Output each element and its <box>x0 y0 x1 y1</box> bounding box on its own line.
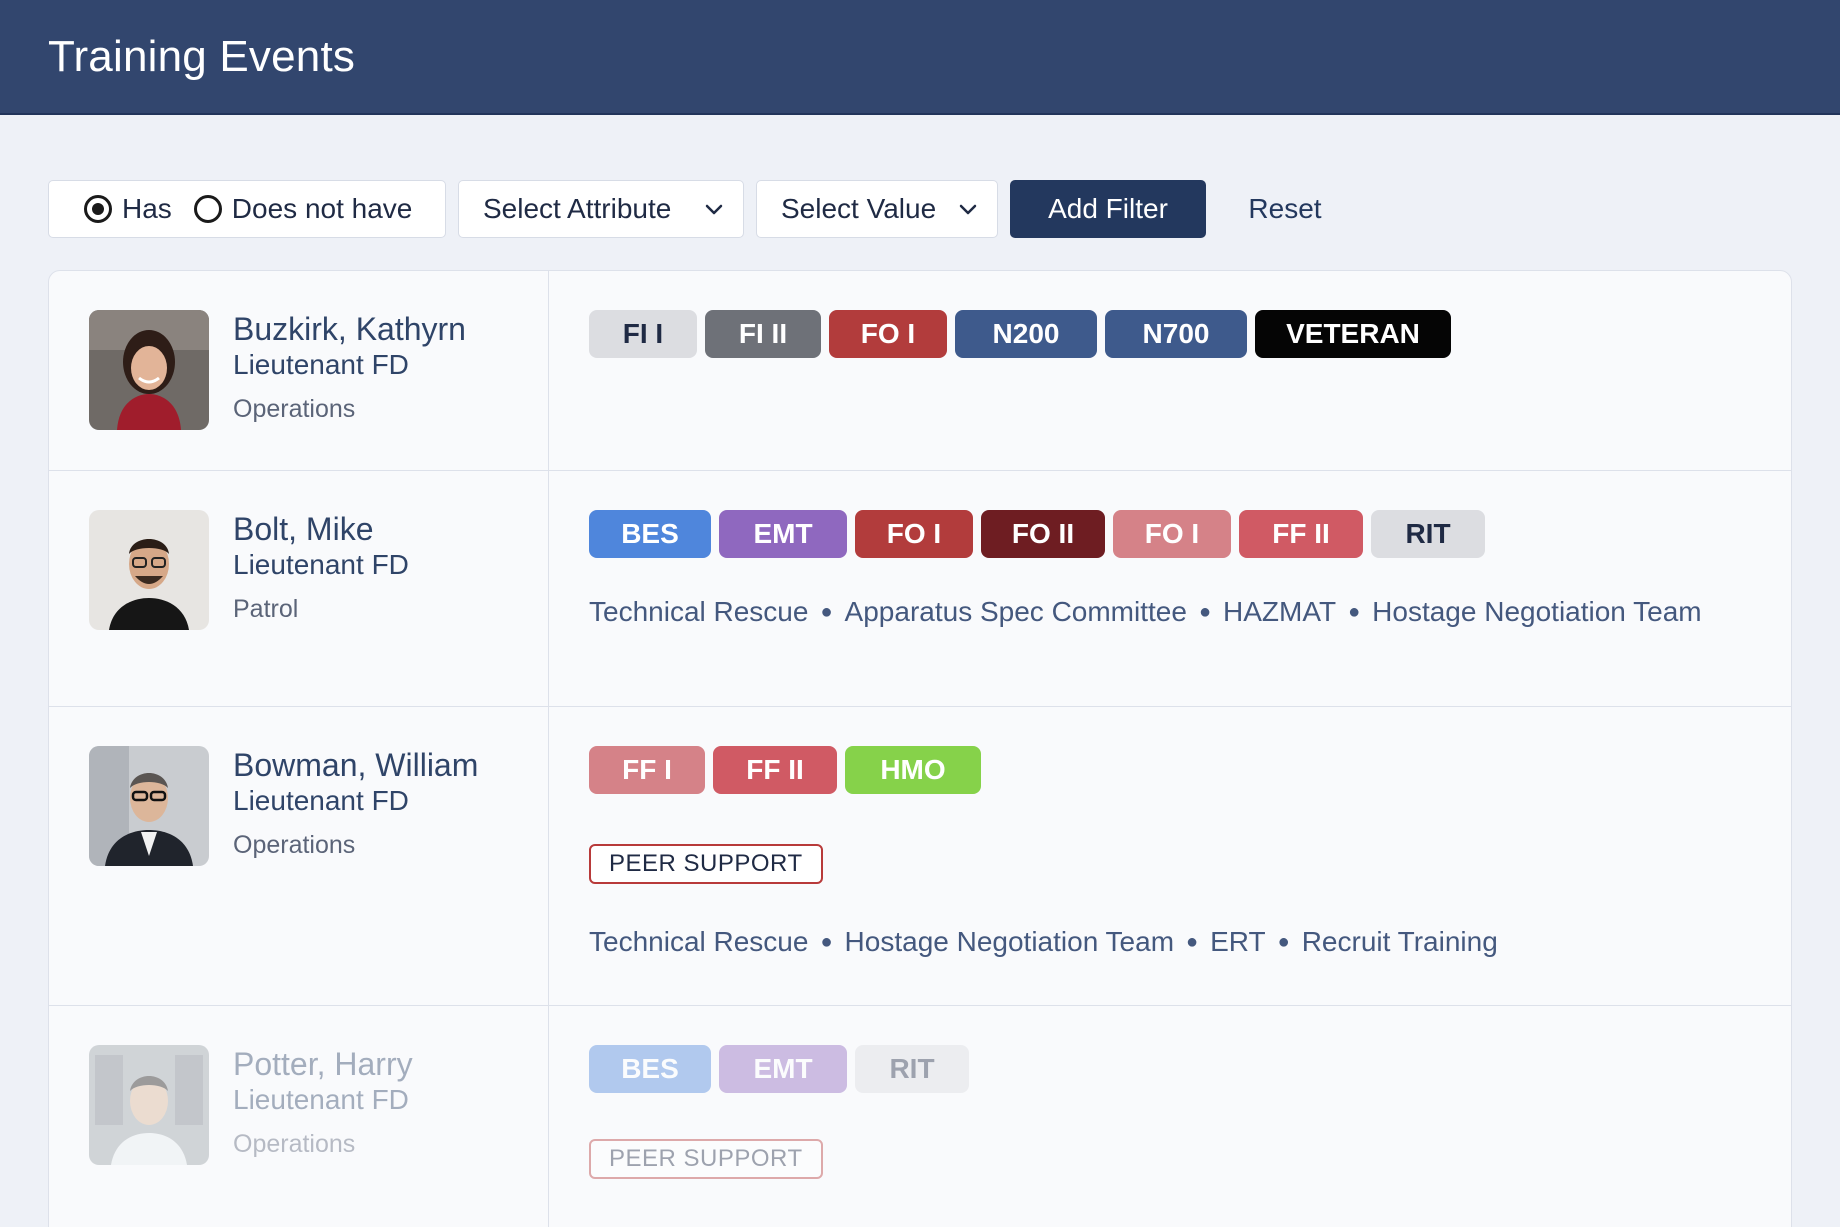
person-name[interactable]: Bolt, Mike <box>233 511 373 548</box>
radio-does-not-have[interactable]: Does not have <box>193 193 413 225</box>
page-title: Training Events <box>48 32 356 81</box>
badge[interactable]: FF I <box>589 746 705 794</box>
person-department: Operations <box>233 395 356 423</box>
badge-list: BES EMT FO I FO II FO I FF II RIT <box>589 510 1485 558</box>
radio-checked-icon <box>84 195 112 223</box>
has-radio-group: Has Does not have <box>48 180 446 238</box>
badge[interactable]: FO I <box>1113 510 1231 558</box>
table-row[interactable]: Buzkirk, Kathyrn Lieutenant FD Operation… <box>49 271 1791 471</box>
badge[interactable]: FI II <box>705 310 821 358</box>
person-rank: Lieutenant FD <box>233 349 409 380</box>
badge[interactable]: FO II <box>981 510 1105 558</box>
badge[interactable]: VETERAN <box>1255 310 1451 358</box>
table-row[interactable]: Potter, Harry Lieutenant FD Operations B… <box>49 1006 1791 1227</box>
badge[interactable]: FO I <box>855 510 973 558</box>
select-value-label: Select Value <box>781 193 937 224</box>
badge[interactable]: RIT <box>855 1045 969 1093</box>
person-department: Patrol <box>233 595 299 623</box>
person-rank: Lieutenant FD <box>233 1084 409 1115</box>
badge[interactable]: FI I <box>589 310 697 358</box>
bullet-separator: ● <box>1186 930 1199 953</box>
badge-list: FF I FF II HMO <box>589 746 981 794</box>
badge[interactable]: EMT <box>719 510 847 558</box>
badge-list: BES EMT RIT <box>589 1045 969 1093</box>
bullet-separator: ● <box>1198 600 1212 623</box>
avatar <box>89 1045 209 1165</box>
badge[interactable]: N700 <box>1105 310 1247 358</box>
chevron-down-icon <box>959 204 977 215</box>
badge[interactable]: HMO <box>845 746 981 794</box>
badge[interactable]: N200 <box>955 310 1097 358</box>
peer-support-badge[interactable]: PEER SUPPORT <box>589 844 823 884</box>
tag[interactable]: Technical Rescue <box>589 926 808 958</box>
add-filter-button[interactable]: Add Filter <box>1010 180 1206 238</box>
badge-list: FI I FI II FO I N200 N700 VETERAN <box>589 310 1451 358</box>
select-value-dropdown[interactable]: Select Value <box>756 180 998 238</box>
avatar <box>89 510 209 630</box>
avatar <box>89 310 209 430</box>
person-name[interactable]: Buzkirk, Kathyrn <box>233 311 466 348</box>
tag-list: Technical Rescue ● Hostage Negotiation Te… <box>589 926 1498 958</box>
reset-button[interactable]: Reset <box>1226 180 1344 238</box>
person-department: Operations <box>233 831 356 859</box>
peer-support-badge[interactable]: PEER SUPPORT <box>589 1139 823 1179</box>
radio-unchecked-icon <box>193 195 222 223</box>
avatar <box>89 746 209 866</box>
table-row[interactable]: Bolt, Mike Lieutenant FD Patrol BES EMT … <box>49 471 1791 707</box>
person-department: Operations <box>233 1130 356 1158</box>
person-rank: Lieutenant FD <box>233 549 409 580</box>
chevron-down-icon <box>705 204 723 215</box>
tag[interactable]: Technical Rescue <box>589 596 808 628</box>
person-name[interactable]: Potter, Harry <box>233 1046 413 1083</box>
table-row[interactable]: Bowman, William Lieutenant FD Operations… <box>49 707 1791 1006</box>
badge[interactable]: BES <box>589 1045 711 1093</box>
radio-does-not-have-label: Does not have <box>231 193 413 224</box>
badge[interactable]: FF II <box>1239 510 1363 558</box>
bullet-separator: ● <box>820 930 833 953</box>
personnel-table: Buzkirk, Kathyrn Lieutenant FD Operation… <box>48 270 1792 1227</box>
radio-has[interactable]: Has <box>84 193 172 225</box>
badge[interactable]: FF II <box>713 746 837 794</box>
tag[interactable]: HAZMAT <box>1223 596 1336 628</box>
bullet-separator: ● <box>820 600 833 623</box>
radio-has-label: Has <box>122 193 172 224</box>
badge[interactable]: FO I <box>829 310 947 358</box>
tag[interactable]: Recruit Training <box>1302 926 1498 958</box>
badge[interactable]: BES <box>589 510 711 558</box>
bullet-separator: ● <box>1348 600 1361 623</box>
select-attribute-dropdown[interactable]: Select Attribute <box>458 180 744 238</box>
badge[interactable]: EMT <box>719 1045 847 1093</box>
person-rank: Lieutenant FD <box>233 785 409 816</box>
badge[interactable]: RIT <box>1371 510 1485 558</box>
tag-list: Technical Rescue ● Apparatus Spec Committ… <box>589 596 1702 628</box>
tag[interactable]: Hostage Negotiation Team <box>845 926 1174 958</box>
bullet-separator: ● <box>1277 930 1290 953</box>
tag[interactable]: Apparatus Spec Committee <box>845 596 1187 628</box>
select-attribute-label: Select Attribute <box>483 193 672 224</box>
header-bar: Training Events <box>0 0 1840 115</box>
tag[interactable]: ERT <box>1210 926 1266 958</box>
tag[interactable]: Hostage Negotiation Team <box>1372 596 1701 628</box>
person-name[interactable]: Bowman, William <box>233 747 478 784</box>
